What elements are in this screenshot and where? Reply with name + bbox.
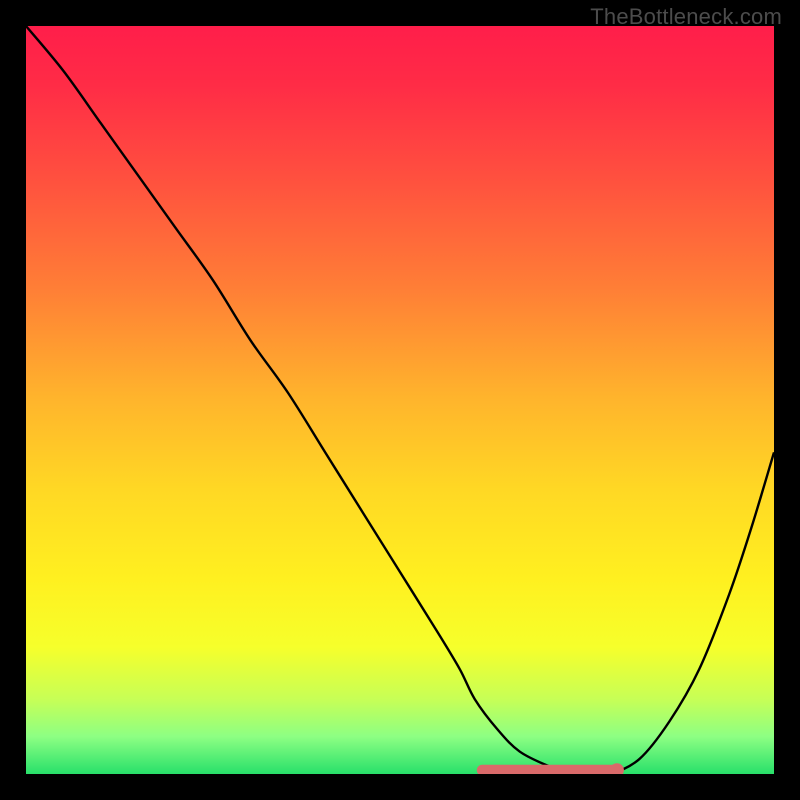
watermark-text: TheBottleneck.com [590,4,782,30]
bottleneck-curve [26,26,774,774]
plot-area [26,26,774,774]
chart-frame: TheBottleneck.com [0,0,800,800]
curve-layer [26,26,774,774]
